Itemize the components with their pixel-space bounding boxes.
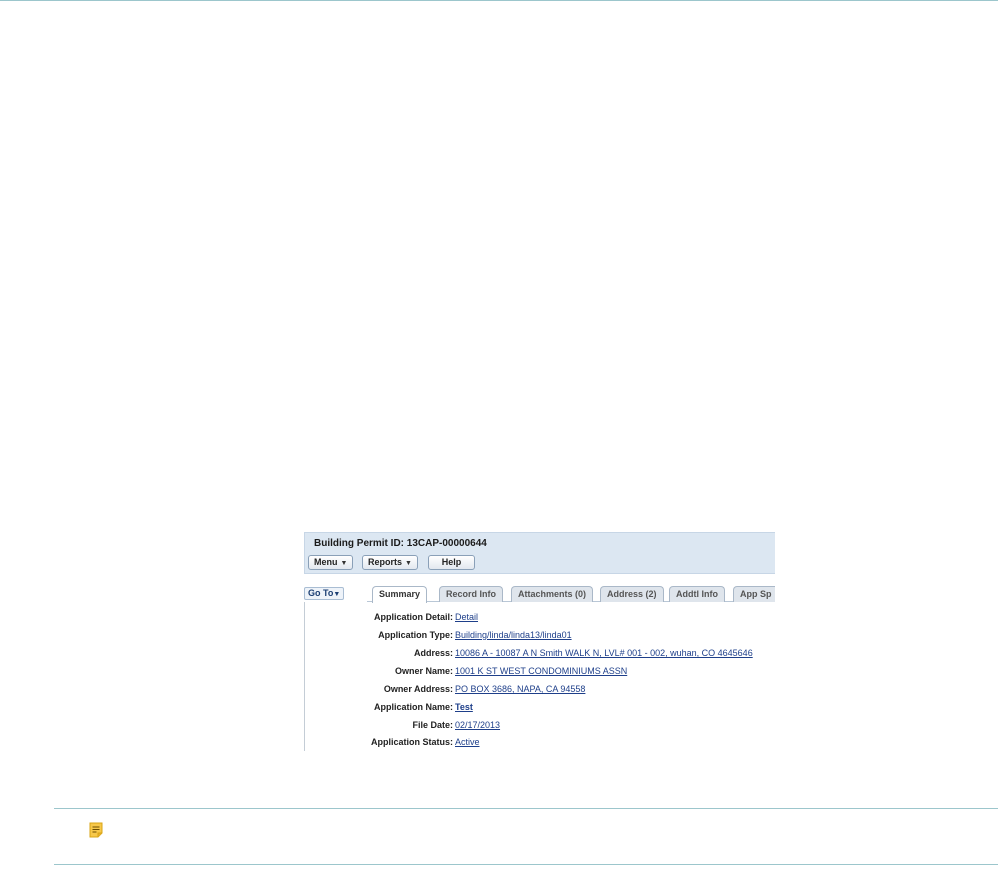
- summary-link[interactable]: Building/linda/linda13/linda01: [455, 630, 572, 640]
- summary-row: Application Status: Active: [304, 737, 775, 751]
- note-bottom-divider: [54, 864, 998, 865]
- record-summary-screenshot: Building Permit ID: 13CAP-00000644 Menu ▼…: [304, 532, 775, 751]
- goto-dropdown[interactable]: Go To▼: [304, 587, 345, 600]
- chevron-down-icon: ▼: [333, 591, 341, 598]
- summary-label: Address:: [413, 648, 453, 658]
- page-title: Building Permit ID: 13CAP-00000644: [314, 538, 487, 549]
- summary-row: Address: 10086 A - 10087 A N Smith WALK …: [304, 648, 775, 662]
- tab-attachments[interactable]: Attachments (0): [511, 586, 594, 602]
- reports-button[interactable]: Reports ▼: [362, 555, 418, 570]
- tab-summary[interactable]: Summary: [372, 586, 428, 603]
- menu-button[interactable]: Menu ▼: [308, 555, 354, 570]
- tab-addtl-info[interactable]: Addtl Info: [669, 586, 725, 602]
- summary-row: Owner Name: 1001 K ST WEST CONDOMINIUMS …: [304, 666, 775, 680]
- goto-label: Go To: [308, 588, 334, 598]
- summary-link[interactable]: 02/17/2013: [455, 720, 500, 730]
- summary-row: Application Name: Test: [304, 702, 775, 716]
- summary-link[interactable]: 1001 K ST WEST CONDOMINIUMS ASSN: [455, 666, 627, 676]
- summary-row: File Date: 02/17/2013: [304, 720, 775, 734]
- record-header: Building Permit ID: 13CAP-00000644 Menu ▼…: [304, 532, 775, 574]
- note-top-divider: [54, 808, 998, 809]
- summary-label: File Date:: [412, 720, 453, 730]
- note-icon: [89, 822, 103, 838]
- summary-link[interactable]: Detail: [455, 612, 478, 622]
- chevron-down-icon: ▼: [340, 560, 348, 567]
- tab-address[interactable]: Address (2): [600, 586, 664, 602]
- summary-link[interactable]: Active: [455, 737, 480, 747]
- summary-link[interactable]: Test: [455, 702, 473, 712]
- summary-row: Application Detail: Detail: [304, 612, 775, 626]
- summary-row: Owner Address: PO BOX 3686, NAPA, CA 945…: [304, 684, 775, 698]
- help-button[interactable]: Help: [428, 555, 475, 570]
- reports-button-label: Reports: [368, 557, 403, 567]
- menu-button-label: Menu: [314, 557, 338, 567]
- summary-label: Owner Name:: [394, 666, 453, 676]
- summary-link[interactable]: PO BOX 3686, NAPA, CA 94558: [455, 684, 585, 694]
- top-divider: [0, 0, 998, 1]
- summary-link[interactable]: 10086 A - 10087 A N Smith WALK N, LVL# 0…: [455, 648, 753, 658]
- summary-label: Application Detail:: [373, 612, 453, 622]
- summary-label: Application Status:: [370, 737, 453, 747]
- tab-record-info[interactable]: Record Info: [439, 586, 504, 602]
- chevron-down-icon: ▼: [405, 560, 412, 567]
- tab-app-specific[interactable]: App Sp: [733, 586, 775, 602]
- summary-row: Application Type: Building/linda/linda13…: [304, 630, 775, 644]
- summary-label: Owner Address:: [383, 684, 453, 694]
- summary-label: Application Type:: [378, 630, 453, 640]
- summary-label: Application Name:: [373, 702, 453, 712]
